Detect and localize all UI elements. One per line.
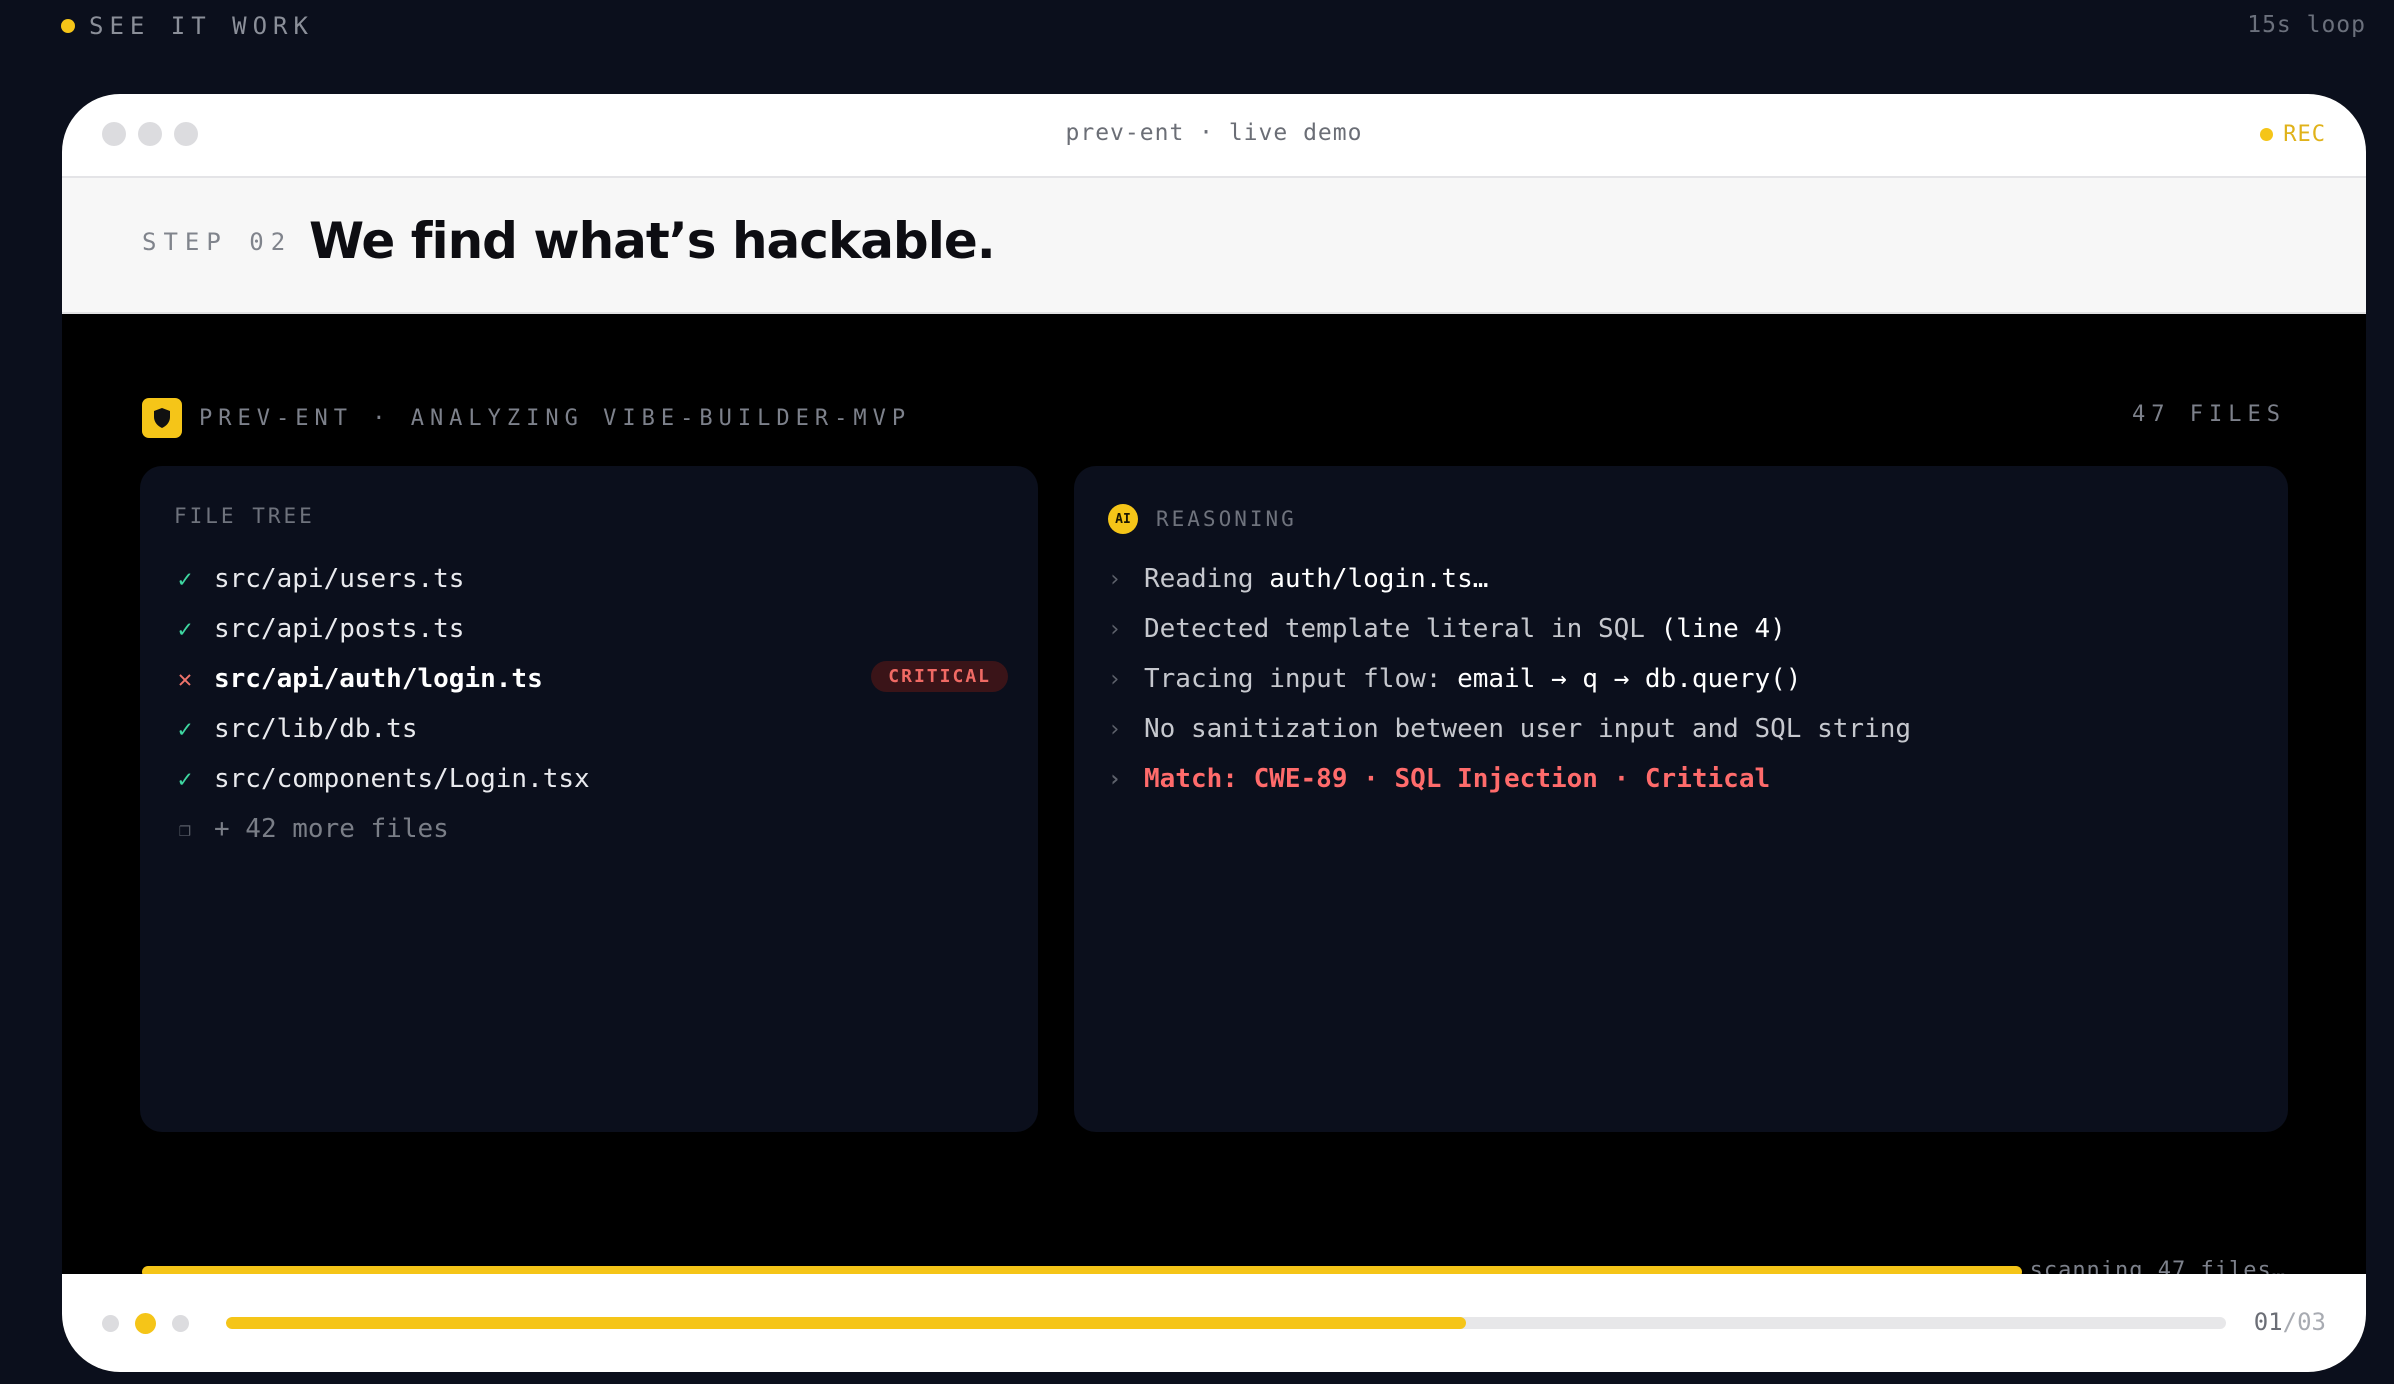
window-title: prev-ent · live demo [1065,120,1363,146]
section-label: SEE IT WORK [61,12,314,40]
rec-indicator: REC [2260,122,2326,147]
reasoning-text: Reading [1144,564,1270,594]
file-tree-item[interactable]: ✓ src/api/users.ts [174,554,1008,604]
reasoning-match-line: › Match: CWE-89 · SQL Injection · Critic… [1108,754,2258,804]
chevron-right-icon: › [1108,666,1122,692]
reasoning-highlight: auth/login.ts… [1269,564,1489,594]
check-icon: ✓ [177,765,193,793]
x-icon: ✕ [177,665,193,693]
file-tree-item-critical[interactable]: ✕ src/api/auth/login.ts CRITICAL [174,654,1008,704]
file-tree-item[interactable]: ✓ src/api/posts.ts [174,604,1008,654]
file-tree-panel: FILE TREE ✓ src/api/users.ts ✓ src/api/p… [140,466,1038,1132]
section-label-text: SEE IT WORK [89,12,314,40]
chevron-right-icon: › [1108,766,1122,792]
file-tree-item[interactable]: ✓ src/components/Login.tsx [174,754,1008,804]
shield-icon [142,398,182,438]
step-dot[interactable] [172,1315,189,1332]
window-titlebar: prev-ent · live demo REC [62,94,2366,178]
step-label: STEP 02 [142,228,293,256]
reasoning-highlight: email → q → db.query() [1457,664,1802,694]
check-icon: ✓ [177,715,193,743]
demo-window: prev-ent · live demo REC STEP 02 We find… [62,94,2366,1372]
reasoning-highlight: (line 4) [1660,614,1786,644]
file-tree-heading: FILE TREE [174,504,315,528]
reasoning-panel: AI REASONING › Reading auth/login.ts… › … [1074,466,2288,1132]
analysis-area: PREV-ENT · ANALYZING VIBE-BUILDER-MVP 47… [62,314,2366,1368]
reasoning-list: › Reading auth/login.ts… › Detected temp… [1108,554,2258,804]
check-icon: ✓ [177,615,193,643]
files-icon: ❐ [178,817,192,841]
slide-current: 01 [2253,1308,2283,1336]
reasoning-line: › No sanitization between user input and… [1108,704,2258,754]
reasoning-line: › Reading auth/login.ts… [1108,554,2258,604]
reasoning-line: › Tracing input flow: email → q → db.que… [1108,654,2258,704]
file-path: src/api/users.ts [214,564,465,594]
rec-label: REC [2283,122,2326,147]
demo-root: SEE IT WORK 15s loop prev-ent · live dem… [0,0,2394,1384]
file-path: src/lib/db.ts [214,714,418,744]
file-path: src/api/auth/login.ts [214,664,543,694]
playback-progress-track[interactable] [226,1317,2226,1329]
chevron-right-icon: › [1108,566,1122,592]
step-dot[interactable] [102,1315,119,1332]
chevron-right-icon: › [1108,716,1122,742]
playback-footer: 01/03 [62,1274,2366,1372]
section-dot-icon [61,19,75,33]
reasoning-header: AI REASONING [1108,504,1297,534]
loop-label: 15s loop [2247,12,2366,38]
ai-badge: AI [1108,504,1138,534]
reasoning-text: Detected template literal in SQL [1144,614,1661,644]
more-files-item[interactable]: ❐ + 42 more files [174,804,1008,854]
file-path: src/components/Login.tsx [214,764,590,794]
reasoning-heading: REASONING [1156,507,1297,531]
playback-progress-fill [226,1317,1466,1329]
more-files-label: + 42 more files [214,814,449,844]
step-title: We find what’s hackable. [309,212,996,270]
reasoning-text: No sanitization between user input and S… [1144,714,1912,744]
rec-dot-icon [2260,128,2274,141]
step-dots [102,1313,189,1334]
slide-counter: 01/03 [2253,1308,2326,1336]
file-tree-list: ✓ src/api/users.ts ✓ src/api/posts.ts ✕ … [174,554,1008,854]
step-dot-active[interactable] [135,1313,156,1334]
critical-badge: CRITICAL [871,661,1008,692]
reasoning-text: Tracing input flow: [1144,664,1458,694]
analysis-title: PREV-ENT · ANALYZING VIBE-BUILDER-MVP [199,405,912,431]
chevron-right-icon: › [1108,616,1122,642]
step-header: STEP 02 We find what’s hackable. [62,178,2366,314]
files-count: 47 FILES [2132,402,2286,427]
check-icon: ✓ [177,565,193,593]
slide-total: 03 [2297,1308,2326,1336]
reasoning-match-text: Match: CWE-89 · SQL Injection · Critical [1144,764,1771,794]
reasoning-line: › Detected template literal in SQL (line… [1108,604,2258,654]
file-path: src/api/posts.ts [214,614,465,644]
analysis-header: PREV-ENT · ANALYZING VIBE-BUILDER-MVP [142,398,911,438]
file-tree-item[interactable]: ✓ src/lib/db.ts [174,704,1008,754]
